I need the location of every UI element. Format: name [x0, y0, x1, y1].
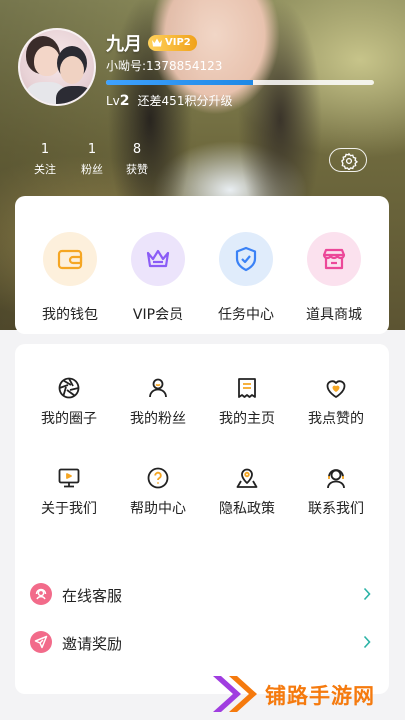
monitor-icon [58, 468, 80, 488]
feature-wallet-label: 我的钱包 [42, 307, 98, 323]
store-badge [307, 232, 361, 286]
grid-my-likes[interactable]: 我点赞的 [296, 376, 376, 428]
grid-my-fans-label: 我的粉丝 [130, 411, 186, 427]
shield-check-icon [235, 246, 257, 272]
avatar-body-right [56, 86, 94, 104]
homepage-icon [238, 378, 256, 398]
avatar[interactable] [18, 28, 96, 106]
vip-level: VIP2 [165, 37, 191, 48]
grid-about-us-label: 关于我们 [41, 501, 97, 517]
points-needed: 还差451积分升级 [137, 94, 233, 108]
avatar-figure-right [60, 56, 84, 84]
grid-help-center[interactable]: 帮助中心 [118, 466, 198, 518]
grid-about-us[interactable]: 关于我们 [29, 466, 109, 518]
stat-likes-label: 获赞 [126, 163, 148, 176]
headset-icon [327, 469, 345, 489]
crown-icon [152, 38, 162, 47]
level-progress-bar [106, 80, 374, 85]
chevron-right-icon [363, 635, 371, 649]
username: 九月 [106, 34, 142, 55]
wallet-badge [43, 232, 97, 286]
grid-contact-us-label: 联系我们 [308, 501, 364, 517]
stat-likes-count: 8 [132, 142, 142, 157]
stat-fans-label: 粉丝 [81, 163, 103, 176]
user-id: 小呦号:1378854123 [106, 59, 223, 73]
stat-likes[interactable]: 8 获赞 [117, 142, 157, 177]
grid-my-circle[interactable]: 我的圈子 [29, 376, 109, 428]
row-invite-rewards[interactable]: 邀请奖励 [15, 622, 389, 662]
level-prefix: Lv [106, 94, 120, 108]
level-number: 2 [119, 93, 130, 109]
grid-my-likes-label: 我点赞的 [308, 411, 364, 427]
tasks-badge [219, 232, 273, 286]
watermark-logo-icon [213, 676, 257, 712]
level-progress-fill [106, 80, 254, 85]
grid-my-homepage[interactable]: 我的主页 [207, 376, 287, 428]
grid-my-homepage-label: 我的主页 [219, 411, 275, 427]
grid-privacy-policy[interactable]: 隐私政策 [207, 466, 287, 518]
grid-my-circle-label: 我的圈子 [41, 411, 97, 427]
store-icon [322, 248, 346, 270]
chevron-right-icon [363, 587, 371, 601]
stat-following-count: 1 [40, 142, 50, 157]
grid-contact-us[interactable]: 联系我们 [296, 466, 376, 518]
feature-store[interactable]: 道具商城 [289, 232, 379, 324]
service-icon-badge [30, 583, 52, 605]
help-icon [147, 467, 169, 489]
wallet-icon [57, 249, 83, 270]
crown-icon [146, 249, 170, 268]
gear-icon [341, 152, 358, 170]
feature-store-label: 道具商城 [306, 307, 362, 323]
service-icon [35, 588, 47, 600]
avatar-figure-left [34, 46, 60, 76]
grid-privacy-policy-label: 隐私政策 [219, 501, 275, 517]
grid-my-fans[interactable]: 我的粉丝 [118, 376, 198, 428]
grid-help-center-label: 帮助中心 [130, 501, 186, 517]
stat-fans-count: 1 [87, 142, 97, 157]
vip-badge-circle [131, 232, 185, 286]
row-invite-rewards-label: 邀请奖励 [62, 635, 123, 653]
settings-button[interactable] [329, 148, 367, 172]
vip-badge[interactable]: VIP2 [148, 35, 197, 51]
site-watermark: 铺路手游网 [205, 668, 405, 720]
feature-tasks[interactable]: 任务中心 [201, 232, 291, 324]
stat-following-label: 关注 [34, 163, 56, 176]
row-online-service-label: 在线客服 [62, 587, 123, 605]
user-icon [149, 378, 167, 398]
stat-fans[interactable]: 1 粉丝 [72, 142, 112, 177]
stat-following[interactable]: 1 关注 [25, 142, 65, 177]
location-icon [236, 468, 258, 488]
row-online-service[interactable]: 在线客服 [15, 574, 389, 614]
watermark-text: 铺路手游网 [265, 684, 375, 708]
level-info: Lv2 还差451积分升级 [106, 92, 232, 109]
heart-icon [326, 380, 346, 398]
feature-vip-label: VIP会员 [132, 307, 184, 323]
send-icon [34, 635, 48, 649]
send-icon-badge [30, 631, 52, 653]
feature-vip[interactable]: VIP会员 [113, 232, 203, 324]
aperture-icon [58, 377, 80, 399]
feature-tasks-label: 任务中心 [218, 307, 274, 323]
feature-wallet[interactable]: 我的钱包 [25, 232, 115, 324]
